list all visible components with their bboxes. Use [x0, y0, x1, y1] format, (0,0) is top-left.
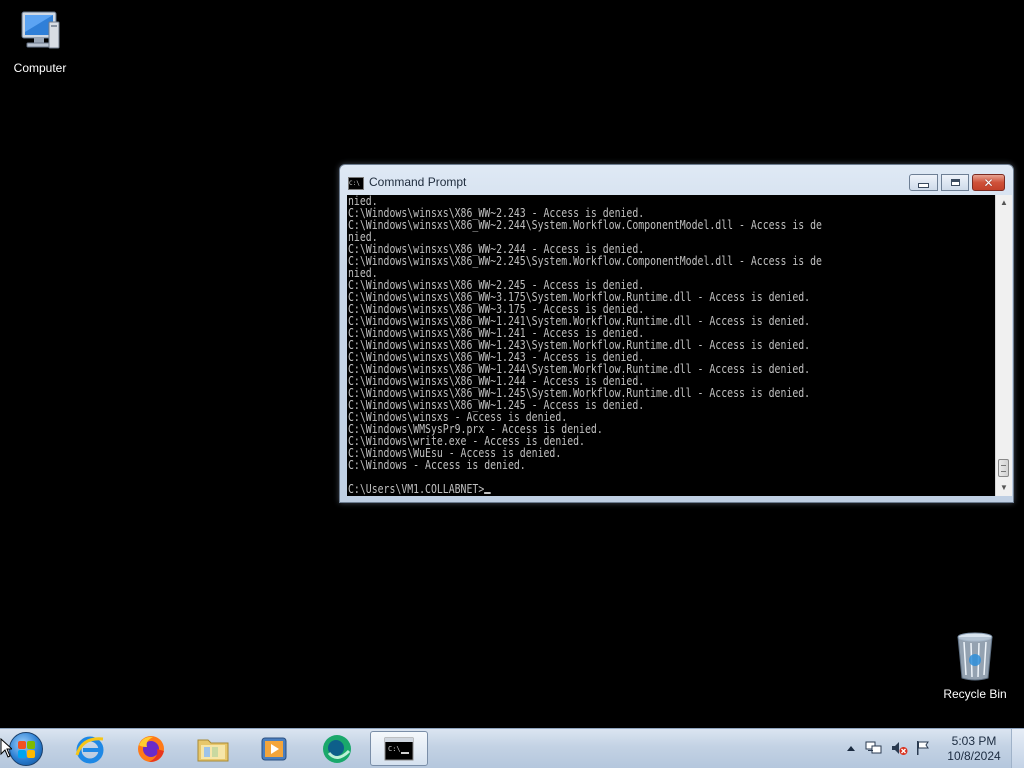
internet-explorer-icon [75, 736, 104, 763]
desktop: Computer Recycle Bin C:\ Command Prompt … [0, 0, 1024, 728]
clock-date: 10/8/2024 [947, 749, 1001, 763]
minimize-icon [918, 183, 929, 188]
minimize-button[interactable] [909, 174, 938, 191]
clock-time: 5:03 PM [951, 734, 997, 748]
recycle-bin-icon [957, 632, 993, 681]
text-cursor [484, 492, 491, 494]
svg-text:C:\: C:\ [388, 745, 401, 753]
show-desktop-button[interactable] [1011, 729, 1024, 768]
scroll-up-arrow-icon[interactable]: ▲ [996, 195, 1012, 211]
desktop-icon-computer[interactable]: Computer [2, 8, 78, 75]
window-titlebar[interactable]: C:\ Command Prompt ✕ [340, 165, 1013, 195]
taskbar-windows-explorer[interactable] [185, 731, 241, 766]
volume-muted-icon[interactable] [890, 739, 908, 757]
vertical-scrollbar[interactable]: ▲ ▼ [995, 195, 1012, 496]
show-hidden-icons-arrow-icon[interactable] [842, 739, 860, 757]
firefox-icon [138, 735, 164, 762]
mouse-pointer-icon [0, 738, 12, 758]
scrollbar-thumb[interactable] [998, 459, 1009, 477]
green-circle-icon [323, 734, 351, 763]
network-icon[interactable] [865, 739, 883, 757]
close-icon: ✕ [983, 175, 994, 190]
maximize-button[interactable] [941, 174, 969, 191]
cmd-icon: C:\ [384, 737, 414, 760]
action-center-flag-icon[interactable] [914, 739, 932, 757]
desktop-icon-label: Computer [13, 61, 67, 75]
taskbar: C:\ 5:03 PM 10/8/2024 [0, 728, 1024, 768]
taskbar-command-prompt[interactable]: C:\ [370, 731, 428, 766]
close-button[interactable]: ✕ [972, 174, 1005, 191]
computer-icon [21, 11, 60, 49]
cmd-icon: C:\ [348, 177, 364, 190]
scroll-down-arrow-icon[interactable]: ▼ [996, 480, 1012, 496]
clock[interactable]: 5:03 PM 10/8/2024 [940, 734, 1008, 764]
console-line: C:\Windows\winsxs\X86_WW~2.244\System.Wo… [348, 218, 822, 232]
windows-orb-icon [9, 732, 43, 766]
taskbar-media-player[interactable] [246, 731, 302, 766]
taskbar-app[interactable] [309, 731, 365, 766]
folder-icon [197, 739, 229, 761]
maximize-icon [950, 179, 960, 186]
console-area[interactable]: nied. C:\Windows\winsxs\X86_WW~2.243 - Ac… [347, 195, 995, 496]
console-prompt: C:\Users\VM1.COLLABNET> [348, 482, 485, 496]
desktop-icon-recycle-bin[interactable]: Recycle Bin [937, 630, 1013, 701]
console-line: C:\Windows - Access is denied. [348, 458, 526, 472]
window-title: Command Prompt [369, 175, 467, 189]
media-player-icon [261, 737, 287, 760]
taskbar-internet-explorer[interactable] [62, 731, 118, 766]
command-prompt-window[interactable]: C:\ Command Prompt ✕ nied. C:\Windows\win… [339, 164, 1014, 503]
console-line: C:\Windows\winsxs\X86_WW~2.245\System.Wo… [348, 254, 822, 268]
taskbar-firefox[interactable] [123, 731, 179, 766]
console-prompt-line: C:\Users\VM1.COLLABNET> [348, 483, 879, 495]
desktop-icon-label: Recycle Bin [943, 687, 1007, 701]
console-output: nied. C:\Windows\winsxs\X86_WW~2.243 - Ac… [347, 195, 995, 495]
